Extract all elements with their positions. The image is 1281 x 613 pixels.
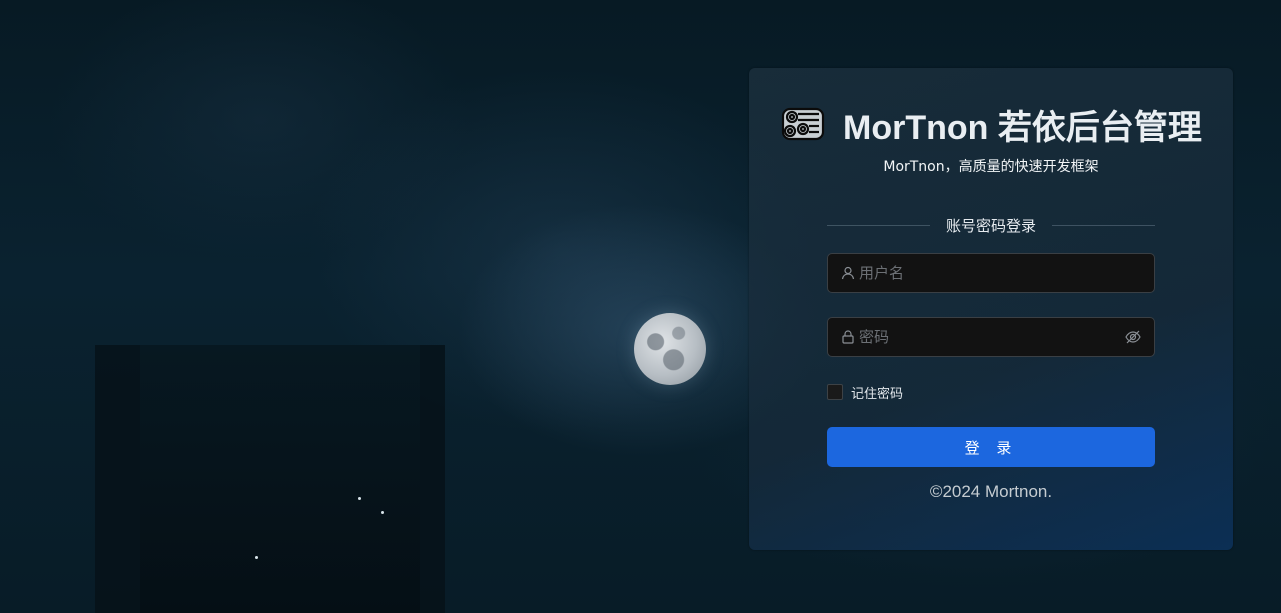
username-input[interactable] (859, 254, 1154, 292)
remember-checkbox[interactable] (827, 384, 843, 400)
divider-line (827, 224, 930, 226)
log-stack-icon (781, 107, 825, 141)
password-field[interactable] (827, 317, 1155, 357)
window-light (255, 556, 258, 559)
login-button[interactable]: 登 录 (827, 427, 1155, 467)
background-building-tower (140, 345, 420, 613)
eye-off-icon[interactable] (1124, 328, 1142, 346)
login-method-label: 账号密码登录 (946, 216, 1037, 235)
remember-password[interactable]: 记住密码 (827, 383, 903, 402)
remember-label[interactable]: 记住密码 (851, 383, 903, 402)
lock-icon (841, 330, 855, 344)
window-light (358, 497, 361, 500)
login-page: MorTnon 若依后台管理 MorTnon，高质量的快速开发框架 账号密码登录 (0, 0, 1281, 613)
window-light (381, 511, 384, 514)
username-field[interactable] (827, 253, 1155, 293)
brand-header: MorTnon 若依后台管理 (781, 104, 1211, 147)
app-subtitle: MorTnon，高质量的快速开发框架 (883, 159, 1099, 175)
divider-line (1052, 224, 1156, 226)
password-input[interactable] (859, 318, 1124, 356)
background-moon (634, 313, 706, 385)
login-method-divider: 账号密码登录 (827, 214, 1156, 236)
copyright-text: ©2024 Mortnon. (929, 482, 1053, 501)
user-icon (841, 266, 855, 280)
app-title: MorTnon 若依后台管理 (843, 108, 1202, 147)
login-card: MorTnon 若依后台管理 MorTnon，高质量的快速开发框架 账号密码登录 (749, 68, 1233, 550)
